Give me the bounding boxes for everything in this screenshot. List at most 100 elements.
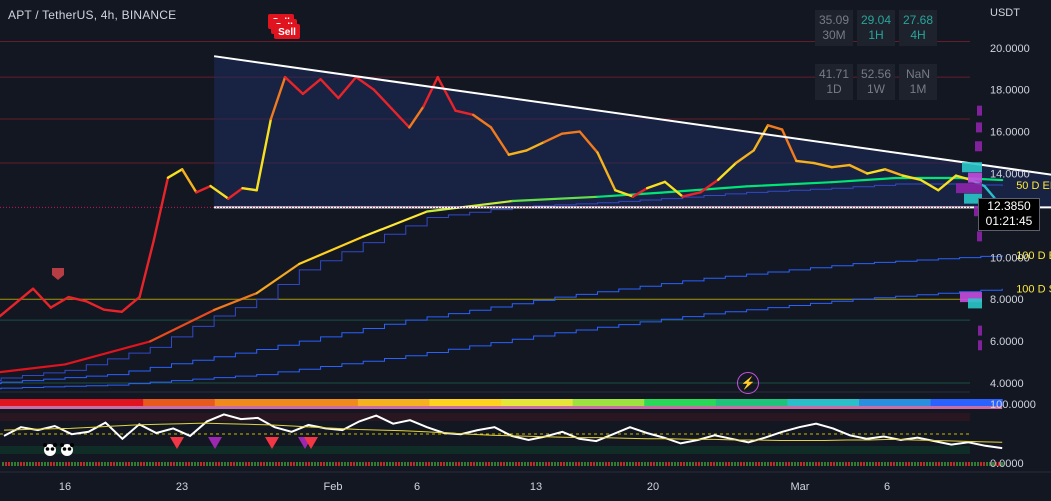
osc-tick (263, 462, 265, 466)
osc-tick (584, 462, 586, 466)
osc-tick (497, 462, 499, 466)
osc-tick (314, 462, 316, 466)
osc-tick (797, 462, 799, 466)
panda-eye (67, 447, 72, 451)
osc-tick (404, 462, 406, 466)
osc-tick (728, 462, 730, 466)
osc-tick (710, 462, 712, 466)
osc-tick (731, 462, 733, 466)
panda-ear (43, 443, 47, 447)
osc-tick (548, 462, 550, 466)
osc-tick (824, 462, 826, 466)
osc-tick (173, 462, 175, 466)
time-tick-label: 16 (59, 481, 71, 493)
volume-bar (978, 340, 982, 351)
osc-tick (767, 462, 769, 466)
osc-tick (401, 462, 403, 466)
osc-tick (683, 462, 685, 466)
osc-tick (269, 462, 271, 466)
osc-tick (287, 462, 289, 466)
volume-bar (975, 141, 982, 152)
osc-tick (830, 462, 832, 466)
osc-tick (23, 462, 25, 466)
osc-tick (743, 462, 745, 466)
osc-tick (692, 462, 694, 466)
osc-tick (722, 462, 724, 466)
osc-tick (902, 462, 904, 466)
osc-tick (779, 462, 781, 466)
osc-tick (53, 462, 55, 466)
tf-value: 29.04 (860, 13, 892, 27)
osc-tick (650, 462, 652, 466)
osc-tick (509, 462, 511, 466)
osc-tick (428, 462, 430, 466)
price-segment (138, 239, 155, 299)
tf-value: 35.09 (818, 13, 850, 27)
osc-tick (50, 462, 52, 466)
osc-tick (632, 462, 634, 466)
osc-tick (839, 462, 841, 466)
osc-band-lower (0, 406, 1003, 409)
osc-tick (434, 462, 436, 466)
last-price-tag: 12.3850 01:21:45 (978, 198, 1040, 231)
price-segment (166, 168, 184, 179)
osc-tick (395, 462, 397, 466)
osc-tick (437, 462, 439, 466)
osc-tick (473, 462, 475, 466)
osc-tick (680, 462, 682, 466)
osc-tick (359, 462, 361, 466)
tf-label: 30M (822, 28, 846, 42)
osc-tick (446, 462, 448, 466)
price-tick-label: 10.0000 (990, 252, 1030, 264)
osc-tick (884, 462, 886, 466)
osc-tick (374, 462, 376, 466)
osc-tick (143, 462, 145, 466)
lightning-icon[interactable]: ⚡ (737, 372, 759, 394)
osc-tick (536, 462, 538, 466)
osc-tick (425, 462, 427, 466)
osc-tick (668, 462, 670, 466)
tf-cell-30m: 35.09 30M (815, 10, 853, 46)
osc-tick (956, 462, 958, 466)
osc-tick (227, 462, 229, 466)
osc-tick (863, 462, 865, 466)
osc-heat-band (715, 399, 788, 406)
osc-heat-band (357, 399, 431, 406)
osc-tick (344, 462, 346, 466)
osc-tick (701, 462, 703, 466)
osc-tick (218, 462, 220, 466)
osc-tick (89, 462, 91, 466)
osc-tick (971, 462, 973, 466)
ma-label: 50 D EMA (1016, 180, 1051, 192)
osc-tick (812, 462, 814, 466)
tf-value: 27.68 (902, 13, 934, 27)
osc-tick (662, 462, 664, 466)
price-tick-label: 8.0000 (990, 294, 1024, 306)
osc-tick (596, 462, 598, 466)
osc-tick (746, 462, 748, 466)
price-segment (49, 295, 70, 309)
osc-tick (488, 462, 490, 466)
osc-tick (326, 462, 328, 466)
osc-tick (554, 462, 556, 466)
osc-tick (908, 462, 910, 466)
osc-tick (719, 462, 721, 466)
price-segment (85, 300, 106, 311)
osc-tick (167, 462, 169, 466)
osc-tick (29, 462, 31, 466)
osc-tick (197, 462, 199, 466)
osc-tick (506, 462, 508, 466)
time-tick-label: 20 (647, 481, 659, 493)
osc-tick (308, 462, 310, 466)
osc-tick (515, 462, 517, 466)
price-segment (195, 184, 212, 194)
osc-tick (917, 462, 919, 466)
osc-tick (83, 462, 85, 466)
osc-tick (380, 462, 382, 466)
volume-bar (968, 298, 982, 309)
volume-bar (976, 122, 982, 133)
osc-tick (293, 462, 295, 466)
osc-tick (542, 462, 544, 466)
osc-tick (17, 462, 19, 466)
osc-tick (299, 462, 301, 466)
